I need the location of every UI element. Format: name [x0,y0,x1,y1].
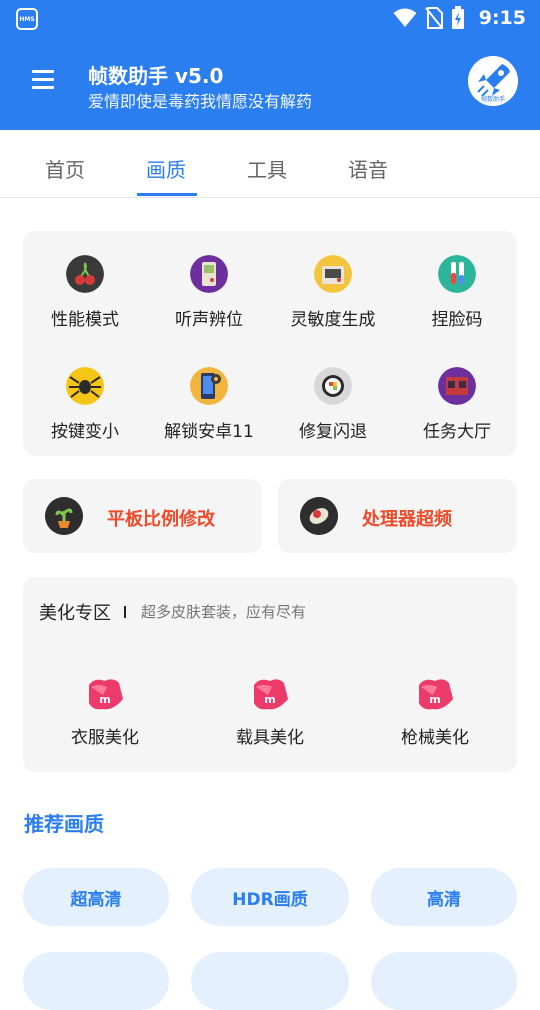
battery-charging-icon [451,6,464,29]
tab-bar: 首页 画质 工具 语音 [0,130,540,198]
svg-text:m: m [99,693,110,706]
skin-badge-icon: m [419,679,453,710]
app-title: 帧数助手 v5.0 [88,64,224,88]
tablet-ratio-card[interactable]: 平板比例修改 [23,479,262,553]
beauty-zone-title: 美化专区 [39,603,111,624]
quality-option-partial[interactable] [191,952,349,1010]
cherry-icon [66,255,104,293]
phone-gear-icon [190,367,228,405]
cpu-overclock-card[interactable]: 处理器超频 [278,479,517,553]
quality-hd-button[interactable]: 高清 [371,868,517,926]
grid-label: 灵敏度生成 [290,310,376,330]
tab-home[interactable]: 首页 [45,154,85,183]
skin-item-clothes[interactable]: m 衣服美化 [45,675,165,748]
grid-label: 解锁安卓11 [164,422,254,442]
svg-text:m: m [429,693,440,706]
skin-item-vehicle[interactable]: m 载具美化 [210,675,330,748]
quality-option-partial[interactable] [371,952,517,1010]
grid-item-sound[interactable]: 听声辨位 [147,255,271,330]
clock: 9:15 [478,7,526,29]
beauty-zone-card: 美化专区 超多皮肤套装，应有尽有 m 衣服美化 m 载具美化 m 枪械美化 [23,577,517,772]
tab-tools[interactable]: 工具 [247,154,287,183]
active-tab-indicator [137,193,197,196]
quality-ultra-hd-button[interactable]: 超高清 [23,868,169,926]
hamburger-icon [32,70,54,73]
app-subtitle: 爱情即使是毒药我情愿没有解药 [88,92,313,111]
grid-item-unlock-android[interactable]: 解锁安卓11 [147,367,271,442]
tab-quality[interactable]: 画质 [146,154,186,183]
tablet-ratio-label: 平板比例修改 [107,509,215,530]
skin-badge-icon: m [89,679,123,710]
beauty-zone-subtitle: 超多皮肤套装，应有尽有 [141,603,307,621]
tab-voice[interactable]: 语音 [348,154,388,183]
grid-label: 按键变小 [51,422,119,442]
recommend-title: 推荐画质 [24,812,104,836]
grid-item-performance[interactable]: 性能模式 [23,255,147,330]
wifi-icon [393,8,417,27]
quality-hdr-button[interactable]: HDR画质 [191,868,349,926]
no-sim-icon [424,7,443,29]
plant-icon [45,497,83,535]
skin-item-weapon[interactable]: m 枪械美化 [375,675,495,748]
avatar-label: 帧数助手 [480,96,505,103]
grid-item-sensitivity[interactable]: 灵敏度生成 [271,255,395,330]
avatar[interactable]: 帧数助手 [468,56,518,106]
hms-icon: HMS [16,8,38,30]
grid-label: 捏脸码 [431,310,483,330]
grid-item-task-hall[interactable]: 任务大厅 [395,367,519,442]
quality-option-partial[interactable] [23,952,169,1010]
gameboy-icon [190,255,228,293]
sushi-icon [314,367,352,405]
grid-label: 修复闪退 [299,422,367,442]
skin-badge-icon: m [254,679,288,710]
grid-label: 任务大厅 [423,422,491,442]
chip-icon [300,497,338,535]
features-grid-card: 性能模式 听声辨位 灵敏度生成 捏脸码 按键变小 解锁安卓11 修复闪退 任务大… [23,231,517,456]
status-bar: HMS 9:15 [0,0,540,36]
skin-label: 载具美化 [236,728,304,748]
grid-item-fix-crash[interactable]: 修复闪退 [271,367,395,442]
skin-label: 枪械美化 [401,728,469,748]
cpu-overclock-label: 处理器超频 [362,509,452,530]
grid-label: 听声辨位 [175,310,243,330]
grid-item-face-code[interactable]: 捏脸码 [395,255,519,330]
menu-button[interactable] [32,70,56,94]
svg-text:m: m [264,693,275,706]
cinema-icon [438,367,476,405]
skin-label: 衣服美化 [71,728,139,748]
grid-item-key-small[interactable]: 按键变小 [23,367,147,442]
spider-icon [66,367,104,405]
grid-label: 性能模式 [51,310,119,330]
test-tube-icon [438,255,476,293]
app-header: HMS 9:15 帧数助手 v5.0 爱情即使是毒药我情愿没有解药 帧数助手 [0,0,540,130]
camera-icon [314,255,352,293]
divider [124,606,126,618]
